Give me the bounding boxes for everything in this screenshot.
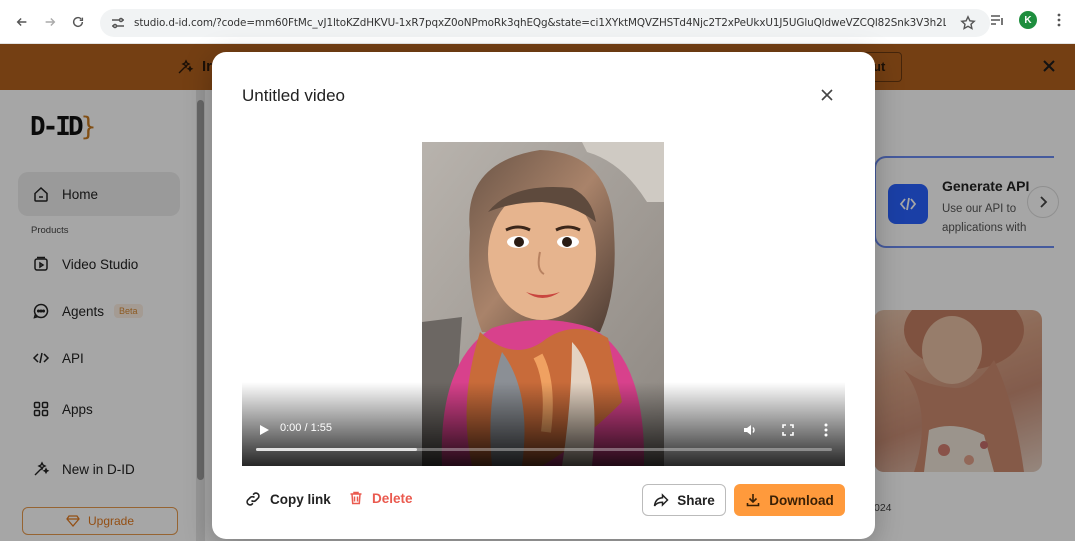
video-player[interactable]: 0:00 / 1:55: [242, 142, 845, 466]
browser-toolbar: studio.d-id.com/?code=mm60FtMc_vJ1ltoKZd…: [0, 0, 1075, 44]
profile-avatar[interactable]: K: [1019, 11, 1037, 29]
copy-link-label: Copy link: [270, 491, 331, 507]
forward-icon[interactable]: [36, 8, 64, 36]
fullscreen-icon[interactable]: [780, 422, 796, 438]
volume-icon[interactable]: [742, 422, 758, 438]
video-progress-bar[interactable]: [256, 448, 832, 451]
close-icon[interactable]: [818, 86, 836, 104]
share-button[interactable]: Share: [642, 484, 726, 516]
download-button[interactable]: Download: [734, 484, 845, 516]
download-icon: [746, 494, 760, 507]
media-queue-icon[interactable]: [989, 12, 1005, 28]
reload-icon[interactable]: [64, 8, 92, 36]
bookmark-star-icon[interactable]: [960, 15, 976, 31]
trash-icon: [350, 491, 362, 505]
video-modal: Untitled video 0:00 / 1:55 Copy link Del…: [212, 52, 875, 539]
site-settings-icon[interactable]: [110, 15, 126, 31]
url-text: studio.d-id.com/?code=mm60FtMc_vJ1ltoKZd…: [134, 17, 946, 29]
download-label: Download: [769, 492, 834, 508]
copy-link-button[interactable]: Copy link: [244, 490, 331, 508]
share-label: Share: [677, 492, 715, 508]
address-bar[interactable]: studio.d-id.com/?code=mm60FtMc_vJ1ltoKZd…: [100, 9, 990, 37]
share-icon: [653, 493, 669, 507]
video-time: 0:00 / 1:55: [280, 422, 332, 434]
browser-menu-icon[interactable]: [1051, 12, 1067, 28]
modal-title: Untitled video: [242, 86, 346, 105]
more-options-icon[interactable]: [820, 422, 832, 438]
link-icon: [246, 492, 260, 506]
play-icon[interactable]: [258, 424, 270, 436]
delete-button[interactable]: Delete: [348, 490, 413, 506]
video-buffered-progress: [256, 448, 418, 451]
delete-label: Delete: [372, 490, 413, 506]
modal-actions: Copy link Delete Share Download: [242, 484, 845, 516]
back-icon[interactable]: [8, 8, 36, 36]
